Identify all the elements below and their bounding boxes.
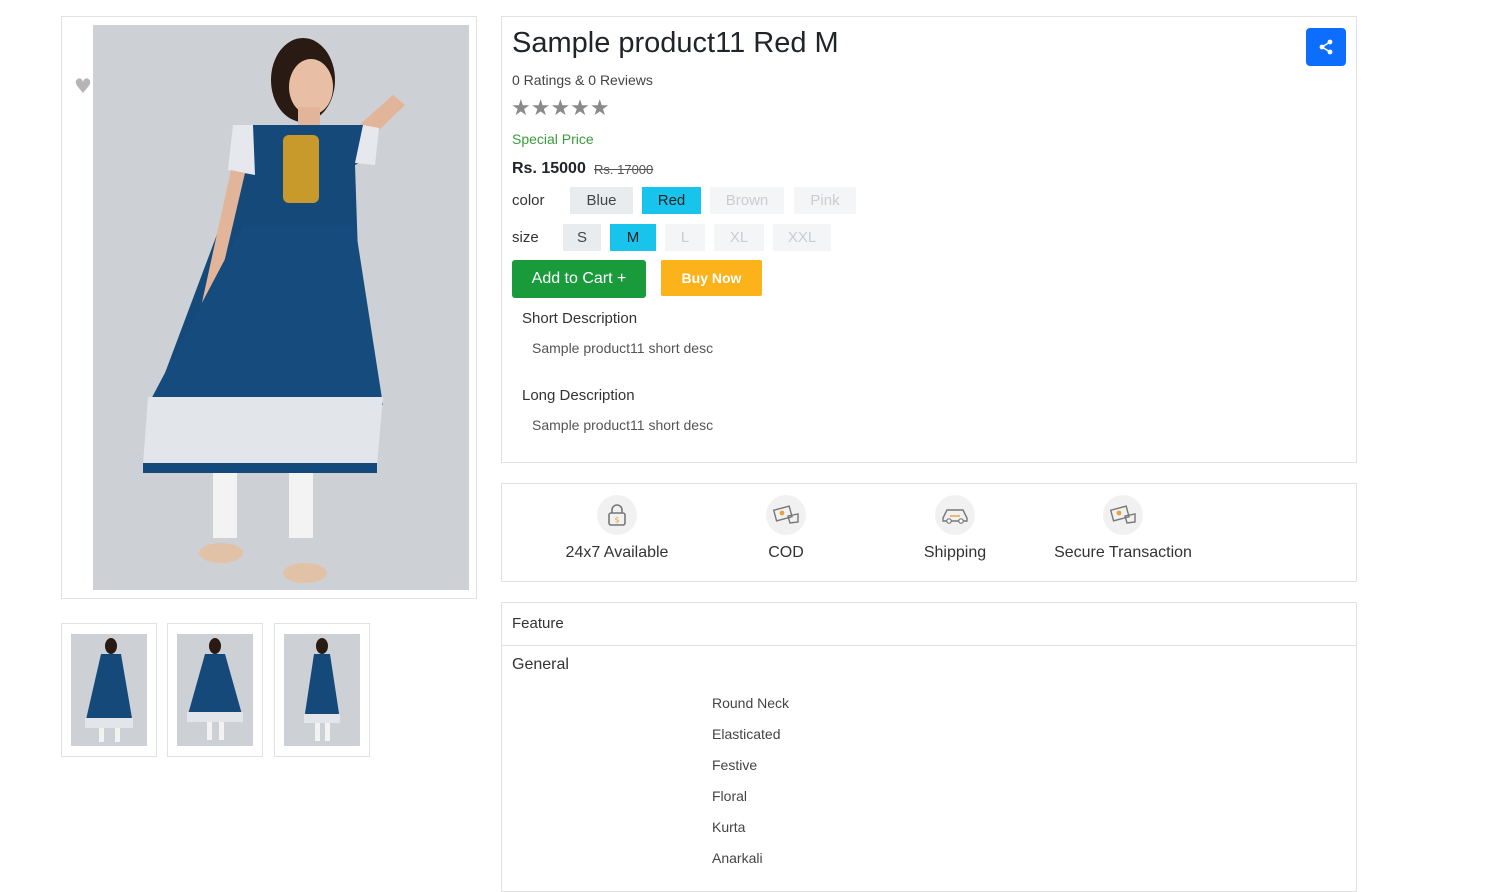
long-description-title: Long Description [522, 387, 635, 404]
thumbnail-3[interactable] [274, 623, 370, 757]
cash-icon [1103, 495, 1143, 535]
product-title: Sample product11 Red M [512, 27, 839, 59]
original-price: Rs. 17000 [594, 162, 654, 177]
service-label: Shipping [923, 544, 987, 561]
cash-icon [766, 495, 806, 535]
svg-text:$: $ [614, 516, 619, 525]
size-option-s[interactable]: S [563, 224, 601, 251]
service-label: Secure Transaction [1054, 544, 1192, 561]
size-option-l[interactable]: L [665, 224, 705, 251]
spec-value: Elasticated [712, 726, 781, 742]
color-option-blue[interactable]: Blue [570, 187, 633, 214]
lock-icon: $ [597, 495, 637, 535]
product-main-image[interactable] [93, 25, 469, 590]
spec-value: Round Neck [712, 695, 790, 711]
spec-value: Festive [712, 757, 758, 773]
size-label: size [512, 229, 539, 246]
services-strip: $ 24x7 Available COD Shipping Secure Tra… [501, 483, 1357, 582]
share-button[interactable] [1306, 28, 1346, 66]
feature-table-header: Feature [502, 603, 1356, 646]
feature-table: Feature General Round Neck Elasticated F… [501, 602, 1357, 892]
spec-value: Anarkali [712, 850, 763, 866]
size-option-xl[interactable]: XL [714, 224, 764, 251]
color-option-brown[interactable]: Brown [710, 187, 784, 214]
thumbnail-2[interactable] [167, 623, 263, 757]
feature-heading: Feature [512, 615, 564, 632]
heart-icon[interactable]: ♥ [72, 75, 94, 97]
buy-now-button[interactable]: Buy Now [661, 260, 762, 296]
main-image-card: ♥ [61, 16, 477, 599]
product-info-card: Sample product11 Red M 0 Ratings & 0 Rev… [501, 16, 1357, 463]
service-shipping: Shipping [870, 484, 1040, 583]
color-option-pink[interactable]: Pink [794, 187, 856, 214]
size-option-m[interactable]: M [610, 224, 656, 251]
service-secure-transaction: Secure Transaction [1038, 484, 1208, 583]
star-rating: ★★★★★ [511, 96, 610, 121]
color-label: color [512, 192, 545, 209]
service-label: 24x7 Available [565, 544, 669, 561]
thumbnail-1[interactable] [61, 623, 157, 757]
service-cod: COD [701, 484, 871, 583]
color-option-red[interactable]: Red [642, 187, 701, 214]
truck-icon [935, 495, 975, 535]
current-price: Rs. 15000 [512, 160, 586, 177]
spec-value: Floral [712, 788, 748, 804]
add-to-cart-button[interactable]: Add to Cart + [512, 260, 646, 298]
share-icon [1319, 39, 1333, 55]
special-price-label: Special Price [512, 131, 594, 147]
long-description-text: Sample product11 short desc [532, 417, 714, 433]
service-24x7: $ 24x7 Available [532, 484, 702, 583]
short-description-text: Sample product11 short desc [532, 340, 714, 356]
short-description-title: Short Description [522, 310, 638, 327]
size-option-xxl[interactable]: XXL [773, 224, 831, 251]
spec-group-title: General [512, 656, 569, 673]
ratings-summary[interactable]: 0 Ratings & 0 Reviews [512, 72, 653, 88]
spec-value: Kurta [712, 819, 746, 835]
service-label: COD [768, 544, 804, 561]
